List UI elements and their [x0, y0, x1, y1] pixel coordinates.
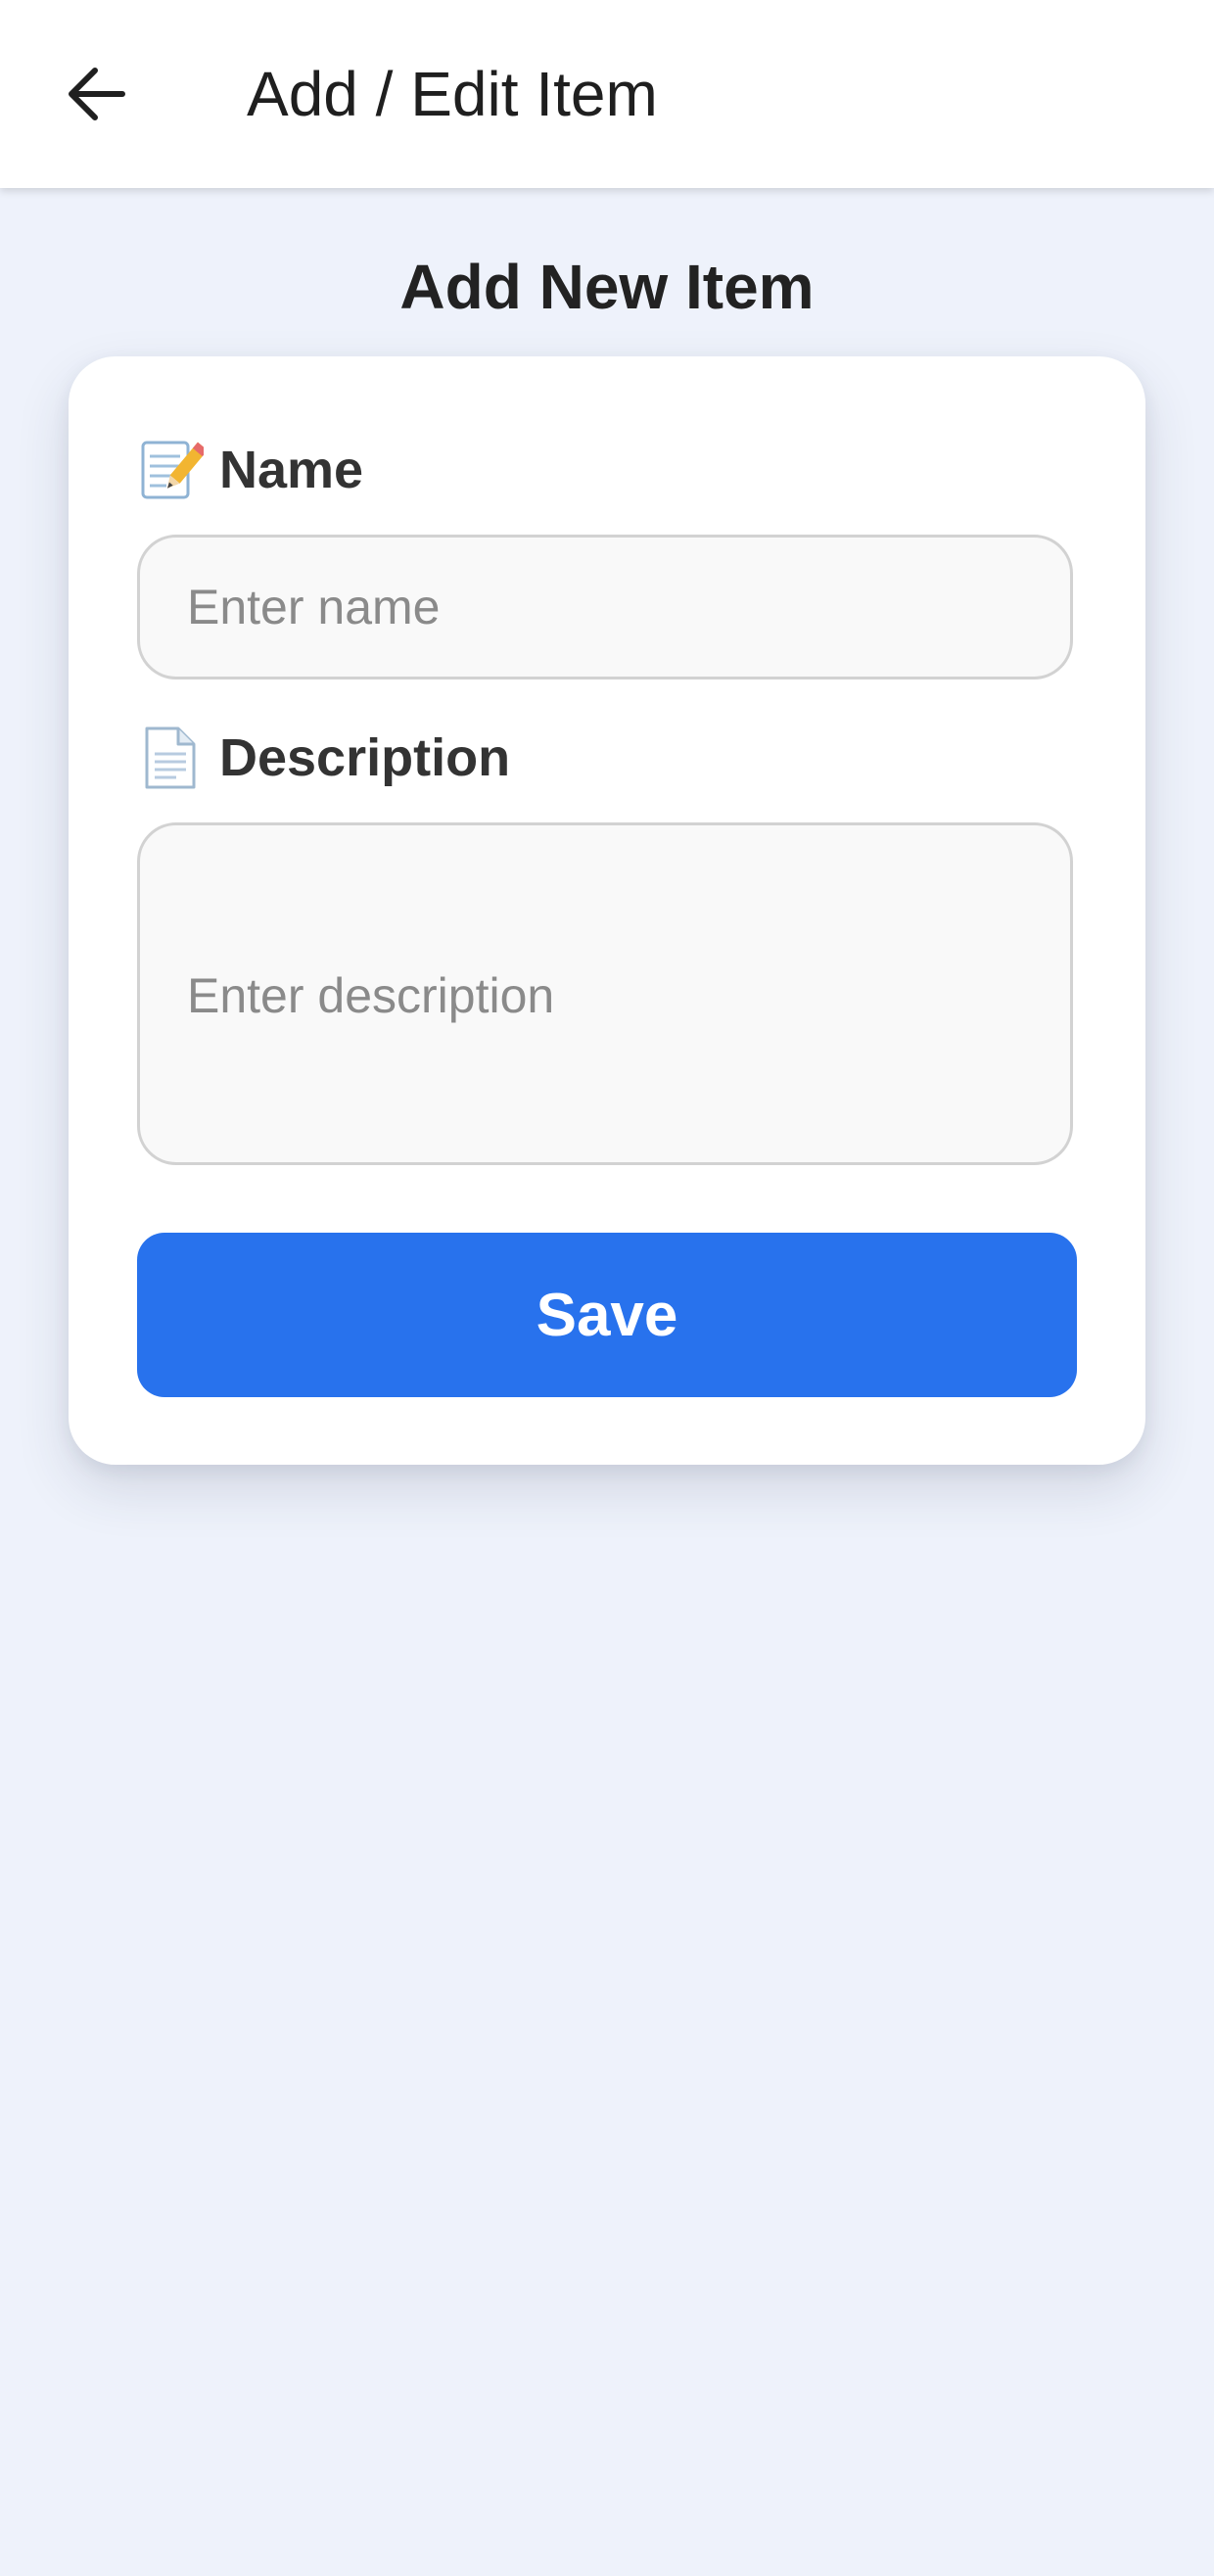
save-button[interactable]: Save: [137, 1233, 1077, 1397]
description-field-label: Description: [137, 719, 510, 797]
description-input[interactable]: [137, 822, 1073, 1165]
description-label: Description: [219, 728, 511, 787]
name-input[interactable]: [137, 535, 1073, 679]
item-form-card: Name Description Save: [69, 356, 1145, 1465]
app-bar: Add / Edit Item: [0, 0, 1214, 188]
memo-pencil-icon: [137, 437, 204, 503]
page-title: Add New Item: [399, 252, 815, 322]
back-button[interactable]: [49, 47, 143, 141]
document-icon: [137, 725, 204, 791]
name-label: Name: [219, 441, 364, 499]
arrow-left-icon: [69, 68, 125, 120]
app-bar-title: Add / Edit Item: [247, 59, 658, 129]
name-field-label: Name: [137, 431, 363, 509]
